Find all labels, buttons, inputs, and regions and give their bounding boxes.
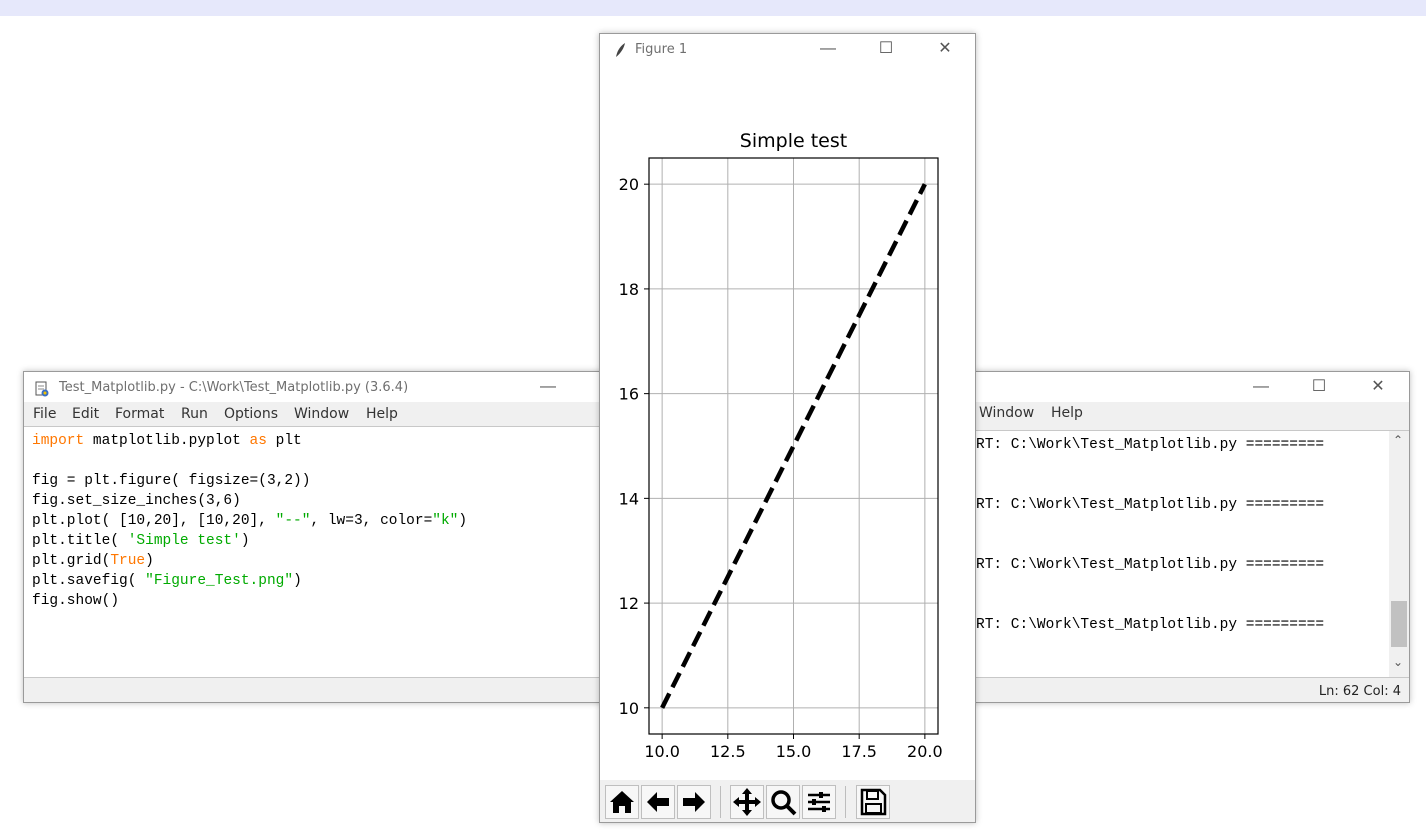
- close-icon[interactable]: ✕: [1355, 372, 1401, 402]
- desktop-top-band: [0, 0, 1426, 16]
- code-line-7: plt.grid(True): [32, 553, 154, 569]
- shell-menubar: Window Help: [961, 402, 1409, 426]
- code-line-9: fig.show(): [32, 593, 120, 609]
- configure-subplots-button[interactable]: [802, 785, 836, 819]
- maximize-icon[interactable]: ☐: [863, 34, 909, 64]
- x-tick-label: 17.5: [841, 742, 877, 761]
- editor-title: Test_Matplotlib.py - C:\Work\Test_Matplo…: [59, 380, 409, 395]
- back-arrow-icon: [647, 792, 669, 812]
- y-tick-label: 18: [619, 280, 639, 299]
- forward-arrow-icon: [683, 792, 705, 812]
- menu-edit[interactable]: Edit: [72, 406, 99, 422]
- toolbar-separator: [720, 786, 721, 818]
- shell-restart-line: RT: C:\Work\Test_Matplotlib.py =========: [976, 497, 1325, 513]
- shell-window: — ☐ ✕ Window Help RT: C:\Work\Test_Matpl…: [960, 371, 1410, 703]
- home-button[interactable]: [605, 785, 639, 819]
- scrollbar-thumb[interactable]: [1391, 601, 1407, 647]
- line-chart: 10.0 12.5 15.0 17.5 20.0 10 12 14 16 18 20 Simple t…: [619, 130, 943, 761]
- editor-statusbar: [24, 682, 622, 702]
- editor-window: Test_Matplotlib.py - C:\Work\Test_Matplo…: [23, 371, 623, 703]
- menu-help[interactable]: Help: [1051, 405, 1083, 421]
- toolbar-separator: [845, 786, 846, 818]
- menu-file[interactable]: File: [33, 406, 56, 422]
- zoom-button[interactable]: [766, 785, 800, 819]
- menu-help[interactable]: Help: [366, 406, 398, 422]
- shell-restart-line: RT: C:\Work\Test_Matplotlib.py =========: [976, 617, 1325, 633]
- back-button[interactable]: [641, 785, 675, 819]
- figure-title: Figure 1: [635, 42, 688, 57]
- y-tick-label: 14: [619, 489, 639, 508]
- scroll-up-icon[interactable]: ⌃: [1393, 433, 1403, 447]
- save-button[interactable]: [856, 785, 890, 819]
- menu-format[interactable]: Format: [115, 406, 164, 422]
- menu-window[interactable]: Window: [979, 405, 1034, 421]
- forward-button[interactable]: [677, 785, 711, 819]
- save-icon: [860, 788, 887, 816]
- y-tick-label: 20: [619, 175, 639, 194]
- code-line-1: import matplotlib.pyplot as plt: [32, 433, 302, 449]
- shell-output[interactable]: RT: C:\Work\Test_Matplotlib.py =========…: [961, 430, 1409, 678]
- x-tick-label: 20.0: [907, 742, 943, 761]
- y-tick-label: 12: [619, 594, 639, 613]
- shell-restart-line: RT: C:\Work\Test_Matplotlib.py =========: [976, 437, 1325, 453]
- cursor-position: Ln: 62 Col: 4: [1318, 684, 1401, 699]
- shell-restart-line: RT: C:\Work\Test_Matplotlib.py =========: [976, 557, 1325, 573]
- menu-run[interactable]: Run: [181, 406, 208, 422]
- code-editor[interactable]: import matplotlib.pyplot as plt fig = pl…: [24, 426, 622, 678]
- figure-toolbar: [600, 780, 975, 822]
- home-icon: [610, 791, 634, 813]
- minimize-icon[interactable]: —: [525, 372, 571, 402]
- chart-title: Simple test: [740, 130, 847, 152]
- figure-window: Figure 1 — ☐ ✕ 10.0 12.5 15.0 17.5 20.0 10 12 1…: [599, 33, 976, 823]
- code-line-3: fig = plt.figure( figsize=(3,2)): [32, 473, 311, 489]
- configure-subplots-icon: [808, 792, 830, 812]
- shell-scrollbar[interactable]: ⌃ ⌄: [1389, 431, 1409, 677]
- y-tick-label: 10: [619, 699, 639, 718]
- minimize-icon[interactable]: —: [1238, 372, 1284, 402]
- pan-button[interactable]: [730, 785, 764, 819]
- minimize-icon[interactable]: —: [805, 34, 851, 64]
- pan-icon: [733, 788, 761, 816]
- figure-titlebar[interactable]: Figure 1 — ☐ ✕: [600, 34, 975, 64]
- maximize-icon[interactable]: ☐: [1296, 372, 1342, 402]
- idle-file-icon: [34, 381, 50, 397]
- code-line-8: plt.savefig( "Figure_Test.png"): [32, 573, 302, 589]
- shell-titlebar[interactable]: — ☐ ✕: [961, 372, 1409, 402]
- figure-canvas[interactable]: 10.0 12.5 15.0 17.5 20.0 10 12 14 16 18 20 Simple t…: [600, 64, 975, 816]
- menu-options[interactable]: Options: [224, 406, 278, 422]
- shell-statusbar: Ln: 62 Col: 4: [961, 682, 1409, 702]
- x-tick-label: 15.0: [776, 742, 812, 761]
- code-line-4: fig.set_size_inches(3,6): [32, 493, 241, 509]
- menu-window[interactable]: Window: [294, 406, 349, 422]
- code-line-6: plt.title( 'Simple test'): [32, 533, 250, 549]
- editor-menubar: File Edit Format Run Options Window Help: [24, 402, 622, 426]
- x-tick-label: 10.0: [644, 742, 680, 761]
- code-line-5: plt.plot( [10,20], [10,20], "--", lw=3, …: [32, 513, 468, 529]
- editor-titlebar[interactable]: Test_Matplotlib.py - C:\Work\Test_Matplo…: [24, 372, 622, 402]
- y-tick-label: 16: [619, 385, 639, 404]
- feather-icon: [613, 42, 627, 58]
- x-tick-label: 12.5: [710, 742, 746, 761]
- zoom-icon: [771, 790, 797, 816]
- close-icon[interactable]: ✕: [922, 34, 968, 64]
- scroll-down-icon[interactable]: ⌄: [1393, 655, 1403, 669]
